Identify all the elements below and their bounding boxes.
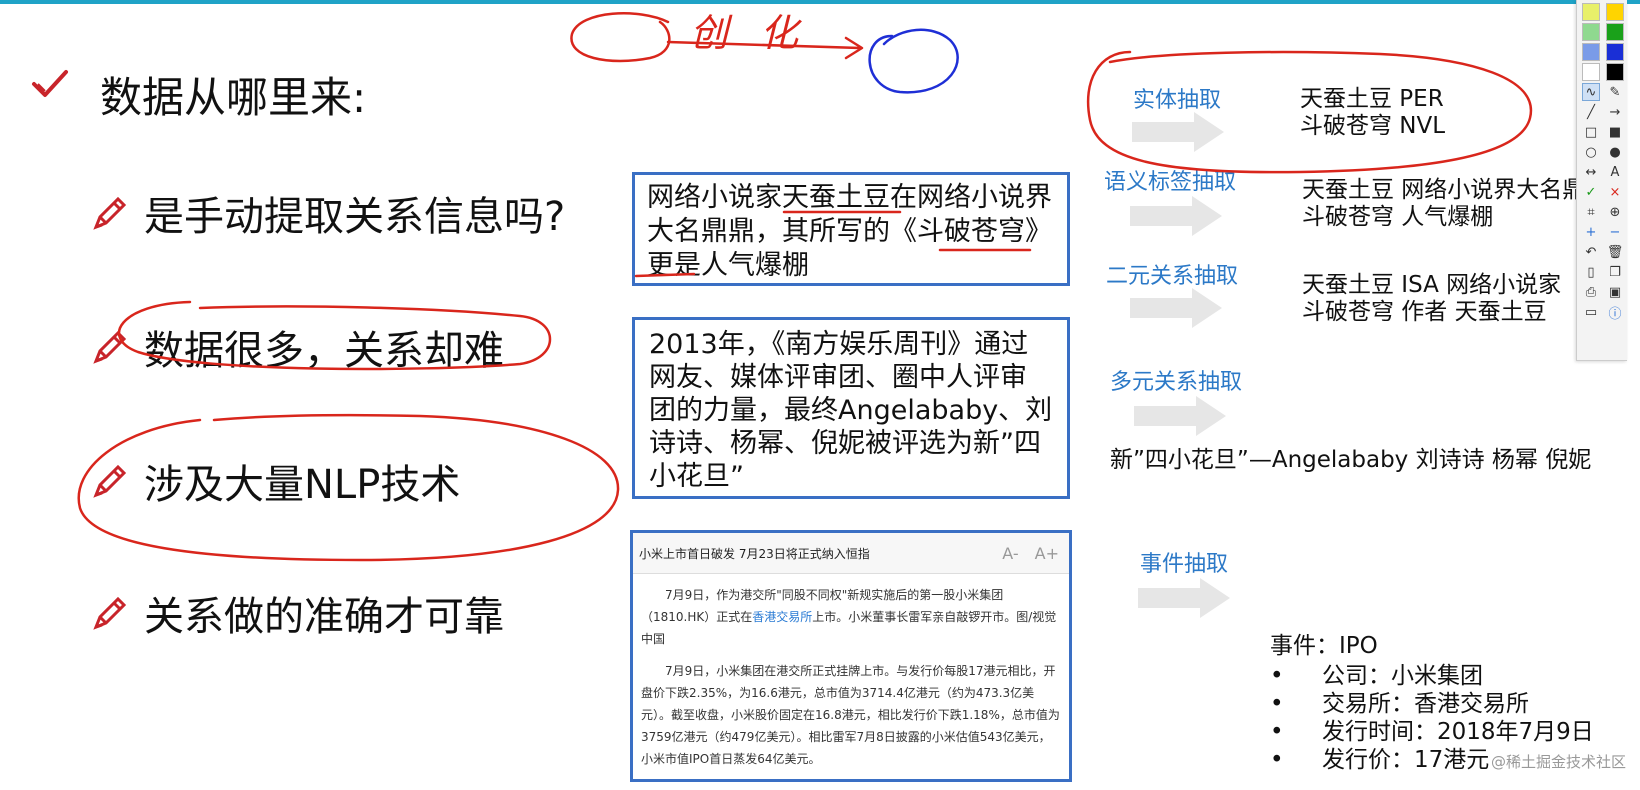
ink-oval-top-left [570,12,671,63]
example-line: 天蚕土豆 网络小说界大名鼎 [1302,177,1586,203]
arrow-right-icon [1138,578,1230,618]
bullet-text: 涉及大量NLP技术 [144,462,461,508]
color-swatch-blue[interactable] [1606,43,1624,61]
arrow-tool-icon[interactable]: → [1606,103,1624,121]
event-item: 发行时间：2018年7月9日 [1270,718,1594,746]
bullet-accuracy: 关系做的准确才可靠 [90,584,504,642]
event-item: 公司：小米集团 [1270,662,1594,690]
arrow-right-icon [1130,196,1222,236]
bullet-manual-extraction: 是手动提取关系信息吗? [90,184,565,242]
example-line: 斗破苍穹 NVL [1300,113,1446,139]
label-event-extraction: 事件抽取 [1140,552,1229,577]
example-line: 斗破苍穹 作者 天蚕土豆 [1302,299,1547,325]
example-box-flower: 2013年，《南方娱乐周刊》通过网友、媒体评审团、圈中人评审团的力量，最终Ang… [632,317,1070,499]
filled-ellipse-icon[interactable]: ● [1606,143,1624,161]
resize-arrow-icon[interactable]: ↔ [1582,163,1600,181]
arrow-right-icon [1132,112,1224,152]
pencil-icon [93,464,127,498]
freehand-pen-icon[interactable]: ∿ [1582,83,1600,101]
minus-icon[interactable]: − [1606,223,1624,241]
filled-rectangle-icon[interactable]: ■ [1606,123,1624,141]
pencil-icon [93,196,127,230]
example-line: 天蚕土豆 ISA 网络小说家 [1302,272,1562,298]
label-semantic-extraction: 语义标签抽取 [1104,170,1237,195]
cross-mark-icon[interactable]: × [1606,183,1624,201]
watermark: @稀土掘金技术社区 [1490,753,1626,771]
top-accent-bar [0,0,1640,4]
ink-blue-circle [868,28,959,94]
news-paragraph: 7月9日，作为港交所"同股不同权"新规实施后的第一股小米集团（1810.HK）正… [641,584,1061,650]
crop-tool-icon[interactable]: ⌗ [1582,203,1600,221]
example-line: 天蚕土豆 PER [1300,86,1444,112]
news-body: 7月9日，作为港交所"同股不同权"新规实施后的第一股小米集团（1810.HK）正… [633,574,1069,790]
save-icon[interactable]: ▣ [1606,283,1624,301]
example-box-novel: 网络小说家天蚕土豆在网络小说界大名鼎鼎，其所写的《斗破苍穹》更是人气爆棚 [632,172,1070,286]
entity-example: 天蚕土豆 PER 斗破苍穹 NVL [1300,86,1445,140]
rectangle-tool-icon[interactable]: □ [1582,123,1600,141]
example-text: 2013年，《南方娱乐周刊》通过网友、媒体评审团、圈中人评审团的力量，最终Ang… [649,329,1053,492]
example-line: 斗破苍穹 人气爆棚 [1302,204,1494,230]
highlighter-icon[interactable]: ✎ [1606,83,1624,101]
title-check-icon [30,64,70,108]
pencil-icon [93,330,127,364]
slide-title: 数据从哪里来: [100,73,367,122]
example-text: 网络小说家天蚕土豆在网络小说界大名鼎鼎，其所写的《斗破苍穹》更是人气爆棚 [647,182,1052,281]
bullet-data-many: 数据很多，关系却难 [90,318,504,376]
trash-icon[interactable]: 🗑 [1606,243,1624,261]
label-binary-relation: 二元关系抽取 [1106,264,1239,289]
news-paragraph: 7月9日，小米集团在港交所正式挂牌上市。与发行价每股17港元相比，开盘价下跌2.… [641,664,1060,766]
bullet-nlp: 涉及大量NLP技术 [90,452,460,510]
news-article-box: 小米上市首日破发 7月23日将正式纳入恒指 A- A+ 7月9日，作为港交所"同… [630,530,1072,782]
ellipse-tool-icon[interactable]: ○ [1582,143,1600,161]
color-swatch-gold[interactable] [1606,3,1624,21]
new-page-icon[interactable]: ▯ [1582,263,1600,281]
undo-icon[interactable]: ↶ [1582,243,1600,261]
multi-example: 新”四小花旦”—Angelababy 刘诗诗 杨幂 倪妮 [1110,447,1592,473]
check-mark-icon[interactable]: ✓ [1582,183,1600,201]
color-swatch-lightblue[interactable] [1582,43,1600,61]
color-swatch-green[interactable] [1606,23,1624,41]
event-item: 交易所：香港交易所 [1270,690,1594,718]
plus-icon[interactable]: + [1582,223,1600,241]
line-tool-icon[interactable]: ╱ [1582,103,1600,121]
font-decrease-button[interactable]: A- [1002,544,1018,563]
print-icon[interactable]: ⎙ [1582,283,1600,301]
bullet-text: 是手动提取关系信息吗? [144,194,566,240]
color-swatch-lightgreen[interactable] [1582,23,1600,41]
semantic-example: 天蚕土豆 网络小说界大名鼎 斗破苍穹 人气爆棚 [1302,177,1585,231]
arrow-right-icon [1130,288,1222,328]
screen-icon[interactable]: ▭ [1582,303,1600,321]
event-title: 事件：IPO [1270,633,1378,659]
font-increase-button[interactable]: A+ [1035,544,1059,563]
news-header: 小米上市首日破发 7月23日将正式纳入恒指 A- A+ [633,533,1069,574]
bullet-text: 关系做的准确才可靠 [144,594,504,640]
hkex-link[interactable]: 香港交易所 [752,610,812,624]
zoom-tool-icon[interactable]: ⊕ [1606,203,1624,221]
pencil-icon [93,596,127,630]
copy-icon[interactable]: ❐ [1606,263,1624,281]
color-swatch-black[interactable] [1606,63,1624,81]
info-icon[interactable]: ⓘ [1606,303,1624,322]
annotation-toolbar: ∿ ✎ ╱ → □ ■ ○ ● ↔ A ✓ × ⌗ ⊕ + − ↶ 🗑 ▯ ❐ … [1576,0,1627,361]
arrow-right-icon [1134,396,1226,436]
bullet-text: 数据很多，关系却难 [144,328,504,374]
label-entity-extraction: 实体抽取 [1133,88,1222,113]
label-multi-relation: 多元关系抽取 [1110,370,1243,395]
color-swatch-white[interactable] [1582,63,1600,81]
handwritten-annotation: 创 化 [690,11,809,55]
binary-example: 天蚕土豆 ISA 网络小说家 斗破苍穹 作者 天蚕土豆 [1302,272,1561,326]
text-tool-icon[interactable]: A [1606,163,1624,181]
news-headline: 小米上市首日破发 7月23日将正式纳入恒指 [639,546,870,561]
color-swatch-yellow[interactable] [1582,3,1600,21]
